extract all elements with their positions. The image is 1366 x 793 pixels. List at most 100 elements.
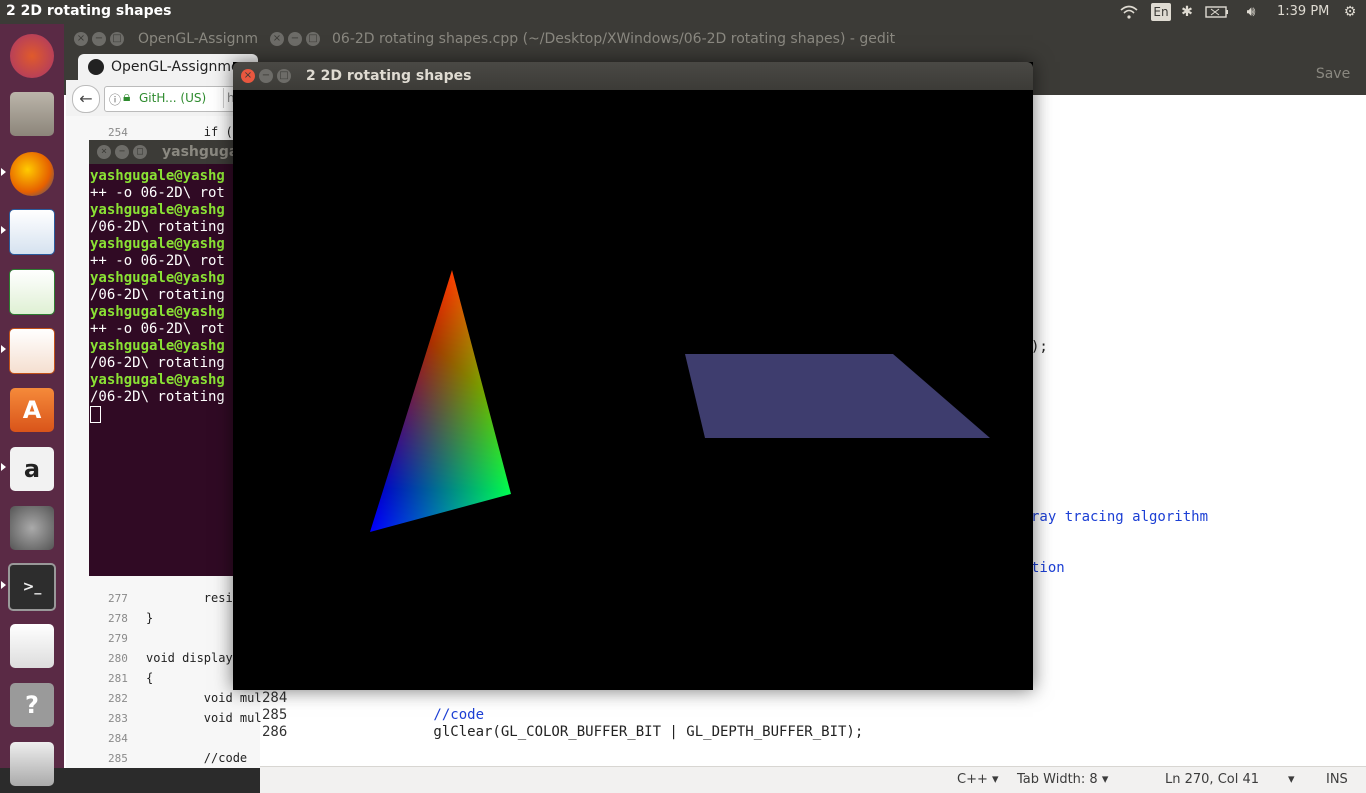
code-line: { [146, 671, 154, 685]
browser-tab-label: OpenGL-Assignme [111, 59, 240, 75]
browser-window-title: OpenGL-Assignm [138, 31, 258, 47]
launcher-dash-home-button[interactable] [6, 30, 58, 82]
terminal-prompt-line: yashgugale@yashg [90, 270, 225, 286]
gedit-maximize-button[interactable]: □ [306, 32, 320, 46]
launcher-calc-button[interactable] [6, 266, 58, 318]
gear-icon[interactable]: ⚙ [1340, 3, 1360, 21]
back-button[interactable]: ← [72, 85, 100, 113]
github-icon [88, 59, 104, 75]
terminal-output-line: ++ -o 06-2D\ rot [90, 185, 225, 201]
code-line: void mul [146, 691, 262, 705]
line-number: 283 [108, 712, 128, 725]
terminal-prompt-line: yashgugale@yashg [90, 168, 225, 184]
clock[interactable]: 1:39 PM [1277, 4, 1329, 19]
gedit-minimize-button[interactable]: − [288, 32, 302, 46]
launcher-settings-button[interactable] [6, 502, 58, 554]
text-editor-icon [10, 624, 54, 668]
wifi-icon[interactable] [1118, 3, 1140, 21]
browser-tab[interactable]: OpenGL-Assignme [78, 54, 258, 80]
code-line: if ( [146, 125, 233, 139]
tab-width-selector[interactable]: Tab Width: 8 ▾ [1017, 772, 1108, 787]
gl-titlebar[interactable]: × − □ 2 2D rotating shapes [233, 62, 1033, 90]
launcher-firefox-button[interactable] [6, 148, 58, 200]
gl-canvas [233, 90, 1033, 690]
terminal-minimize-button[interactable]: − [115, 145, 129, 159]
browser-close-button[interactable]: × [74, 32, 88, 46]
chevron-down-icon[interactable]: ▾ [1288, 772, 1295, 787]
gedit-window-title: 06-2D rotating shapes.cpp (~/Desktop/XWi… [332, 31, 896, 47]
language-selector[interactable]: C++ ▾ [957, 772, 999, 787]
running-indicator [1, 345, 6, 353]
site-identity: GitH... (US) [139, 91, 207, 105]
terminal-cursor [90, 406, 101, 423]
launcher-writer-button[interactable] [6, 206, 58, 258]
bluetooth-icon[interactable]: ✱ [1180, 3, 1194, 21]
terminal-title: yashgugal [162, 144, 239, 160]
line-number: 277 [108, 592, 128, 605]
running-indicator [1, 168, 6, 176]
terminal-prompt-line: yashgugale@yashg [90, 372, 225, 388]
gl-minimize-button[interactable]: − [259, 69, 273, 83]
line-number: 282 [108, 692, 128, 705]
browser-urlbar: ← ⓘ 🔒︎ GitH... (US) h [66, 80, 260, 117]
terminal-output-line: ++ -o 06-2D\ rot [90, 321, 225, 337]
terminal-prompt-line: yashgugale@yashg [90, 236, 225, 252]
terminal-prompt-line: yashgugale@yashg [90, 304, 225, 320]
gl-close-button[interactable]: × [241, 69, 255, 83]
browser-titlebar: × − □ OpenGL-Assignm [66, 24, 260, 54]
ubuntu-logo-icon [10, 34, 54, 78]
battery-icon[interactable] [1204, 3, 1230, 21]
terminal-close-button[interactable]: × [97, 145, 111, 159]
terminal-window[interactable]: × − □ yashgugal yashgugale@yashg ++ -o 06… [89, 140, 239, 576]
launcher-software-button[interactable]: A [6, 384, 58, 436]
firefox-icon [10, 152, 54, 196]
active-window-title: 2 2D rotating shapes [6, 3, 172, 19]
terminal-icon: >_ [8, 563, 56, 611]
line-number: 286 [262, 724, 288, 740]
writer-icon [9, 209, 55, 255]
code-line: void mul [146, 711, 262, 725]
gedit-close-button[interactable]: × [270, 32, 284, 46]
top-panel: 2 2D rotating shapes En ✱ 🔊︎ 1:39 PM ⚙ [0, 0, 1366, 24]
launcher-files-button[interactable] [6, 88, 58, 140]
volume-icon[interactable]: 🔊︎ [1240, 3, 1262, 21]
launcher-trash-button[interactable] [6, 738, 58, 790]
line-number: 284 [262, 690, 288, 706]
calc-icon [9, 269, 55, 315]
status-bar: C++ ▾ Tab Width: 8 ▾ Ln 270, Col 41 ▾ IN… [260, 766, 1366, 793]
launcher-amazon-button[interactable]: a [6, 443, 58, 495]
terminal-prompt-line: yashgugale@yashg [90, 338, 225, 354]
line-number: 281 [108, 672, 128, 685]
code-fragment-comment-ray: ray tracing algorithm [1031, 509, 1209, 525]
gl-window[interactable]: × − □ 2 2D rotating shapes [233, 62, 1033, 690]
trash-icon [10, 742, 54, 786]
terminal-maximize-button[interactable]: □ [133, 145, 147, 159]
line-number: 284 [108, 732, 128, 745]
rotating-quad [685, 354, 990, 438]
code-fragment-paren: ); [1031, 339, 1048, 355]
rgb-triangle [370, 270, 511, 532]
launcher-terminal-button[interactable]: >_ [6, 561, 58, 613]
terminal-titlebar: × − □ yashgugal [89, 140, 239, 164]
lock-icon: 🔒︎ [123, 89, 131, 105]
launcher-gedit-button[interactable] [6, 620, 58, 672]
terminal-output-line: /06-2D\ rotating [90, 355, 225, 371]
save-button[interactable]: Save [1308, 61, 1358, 87]
line-number: 278 [108, 612, 128, 625]
browser-minimize-button[interactable]: − [92, 32, 106, 46]
amazon-icon: a [10, 447, 54, 491]
line-number: 285 [108, 752, 128, 765]
launcher-impress-button[interactable] [6, 325, 58, 377]
code-line: glClear(GL_COLOR_BUFFER_BIT | GL_DEPTH_B… [366, 724, 864, 740]
terminal-output-line: ++ -o 06-2D\ rot [90, 253, 225, 269]
keyboard-layout[interactable]: En [1151, 3, 1171, 21]
running-indicator [1, 581, 6, 589]
terminal-output-line: /06-2D\ rotating [90, 389, 225, 405]
software-center-icon: A [10, 388, 54, 432]
browser-maximize-button[interactable]: □ [110, 32, 124, 46]
terminal-output-line: /06-2D\ rotating [90, 219, 225, 235]
launcher-help-button[interactable]: ? [6, 679, 58, 731]
running-indicator [1, 463, 6, 471]
gl-maximize-button[interactable]: □ [277, 69, 291, 83]
files-icon [10, 92, 54, 136]
